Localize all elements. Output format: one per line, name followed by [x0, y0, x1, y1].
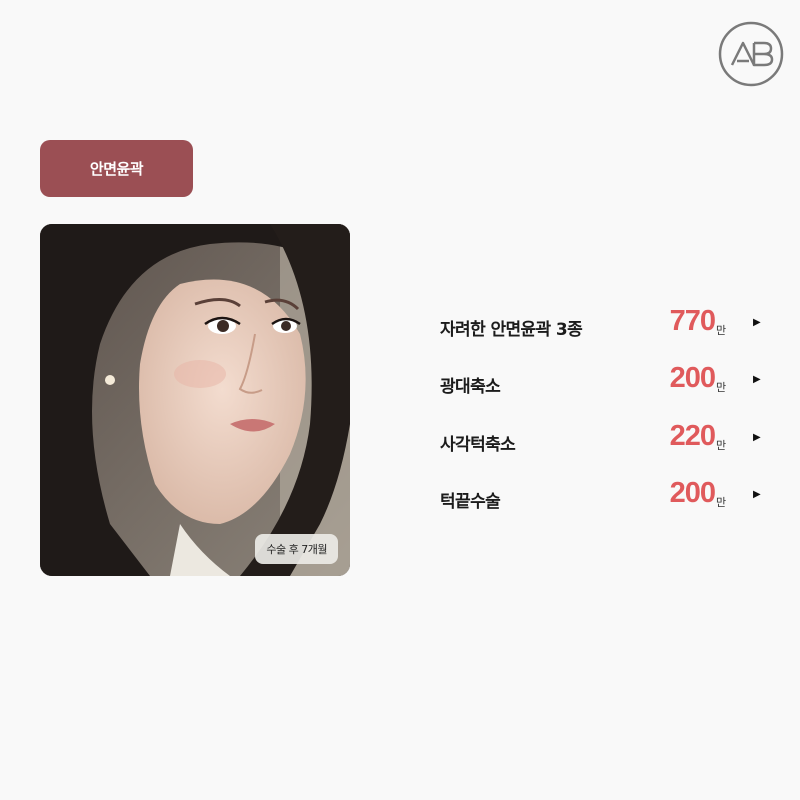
- category-tab-label: 안면윤곽: [89, 160, 144, 178]
- price-row-cheekbone[interactable]: 광대축소 200 만 ▶: [440, 362, 770, 402]
- price-unit: 만: [716, 439, 727, 452]
- procedure-name: 사각턱축소: [440, 435, 516, 455]
- price-unit: 만: [716, 381, 727, 394]
- play-arrow-icon: ▶: [753, 374, 761, 385]
- play-arrow-icon: ▶: [753, 317, 761, 328]
- procedure-price: 770: [669, 305, 716, 337]
- price-row-square-jaw[interactable]: 사각턱축소 220 만 ▶: [440, 420, 770, 460]
- category-tab-facial-contour[interactable]: 안면윤곽: [40, 140, 193, 197]
- price-unit: 만: [716, 496, 727, 509]
- ab-logo-icon: [718, 21, 784, 87]
- procedure-name: 자려한 안면윤곽 3종: [440, 320, 583, 340]
- price-row-jaryeohan[interactable]: 자려한 안면윤곽 3종 770 만 ▶: [440, 305, 770, 345]
- procedure-price: 200: [669, 477, 716, 509]
- procedure-name: 턱끝수술: [440, 492, 501, 512]
- price-row-chin[interactable]: 턱끝수술 200 만 ▶: [440, 477, 770, 517]
- patient-photo: 수술 후 7개월: [40, 224, 350, 576]
- photo-badge: 수술 후 7개월: [255, 534, 338, 564]
- procedure-name: 광대축소: [440, 377, 501, 397]
- price-unit: 만: [716, 324, 727, 337]
- procedure-price: 220: [669, 420, 716, 452]
- play-arrow-icon: ▶: [753, 432, 761, 443]
- play-arrow-icon: ▶: [753, 489, 761, 500]
- procedure-price: 200: [669, 362, 716, 394]
